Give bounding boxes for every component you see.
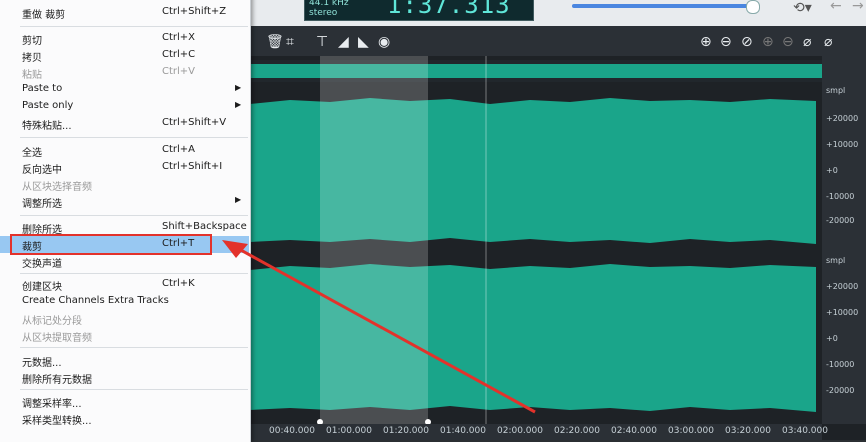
amplitude-scale: smpl +20000 +10000 +0 -10000 -20000 smpl…: [822, 56, 866, 424]
format-info: 44.1 kHz stereo: [309, 0, 349, 18]
menu-item-swap-channels[interactable]: 交换声道: [0, 253, 249, 270]
scale-unit-bottom: smpl: [826, 256, 846, 265]
menu-separator: [20, 215, 248, 216]
scale-label: +0: [826, 166, 838, 175]
menu-separator: [20, 347, 248, 348]
menu-separator: [20, 389, 248, 390]
selection-region[interactable]: [320, 56, 428, 424]
trash-icon[interactable]: 🗑: [266, 34, 284, 50]
ruler-tick: 02:40.000: [611, 426, 657, 436]
ruler-tick: 02:00.000: [497, 426, 543, 436]
menu-item-copy[interactable]: 拷贝 Ctrl+C: [0, 47, 249, 64]
ruler-tick: 03:20.000: [725, 426, 771, 436]
crop-icon[interactable]: ⌗: [286, 34, 294, 50]
menu-item-select-from-region[interactable]: 从区块选择音频: [0, 176, 249, 193]
time-ruler[interactable]: 00:40.000 01:00.000 01:20.000 01:40.000 …: [250, 424, 828, 440]
menu-separator: [20, 137, 248, 138]
zoom-in-disabled-icon: ⊕: [762, 34, 774, 50]
menu-separator: [20, 26, 248, 27]
back-icon[interactable]: ←: [830, 0, 842, 14]
highlight-annotation-box: [10, 234, 212, 255]
menu-item-paste-to[interactable]: Paste to ▶: [0, 81, 249, 98]
zoom-in-icon[interactable]: ⊕: [700, 34, 712, 50]
menu-item-paste[interactable]: 粘贴 Ctrl+V: [0, 64, 249, 81]
channel-mode: stereo: [309, 8, 338, 18]
scale-unit-top: smpl: [826, 86, 846, 95]
volume-slider[interactable]: [572, 4, 754, 8]
scale-label: +10000: [826, 308, 859, 317]
menu-item-resample[interactable]: 调整采样率...: [0, 393, 249, 410]
menu-item-invert-selection[interactable]: 反向选中 Ctrl+Shift+I: [0, 159, 249, 176]
zoom-out-disabled-icon: ⊖: [782, 34, 794, 50]
ruler-tick: 03:40.000: [782, 426, 828, 436]
edit-context-menu: 重做 裁剪 Ctrl+Shift+Z 剪切 Ctrl+X 拷贝 Ctrl+C 粘…: [0, 0, 251, 442]
menu-item-create-region[interactable]: 创建区块 Ctrl+K: [0, 276, 249, 293]
scale-label: -20000: [826, 386, 855, 395]
scale-label: +20000: [826, 114, 859, 123]
forward-icon[interactable]: →: [852, 0, 864, 14]
menu-item-delete-metadata[interactable]: 删除所有元数据: [0, 369, 249, 386]
menu-item-extract-region-audio[interactable]: 从区块提取音频: [0, 327, 249, 344]
scale-label: +0: [826, 334, 838, 343]
fade-both-icon[interactable]: ◣: [358, 34, 369, 50]
ruler-tick: 00:40.000: [269, 426, 315, 436]
scale-label: -10000: [826, 192, 855, 201]
zoom-fit-icon[interactable]: ⊘: [741, 34, 753, 50]
submenu-arrow-icon: ▶: [235, 100, 242, 109]
scale-label: +10000: [826, 140, 859, 149]
menu-item-select-all[interactable]: 全选 Ctrl+A: [0, 142, 249, 159]
waveform-view[interactable]: [250, 56, 822, 424]
ruler-tick: 01:00.000: [326, 426, 372, 436]
menu-item-cut[interactable]: 剪切 Ctrl+X: [0, 30, 249, 47]
ruler-tick: 03:00.000: [668, 426, 714, 436]
sample-rate: 44.1 kHz: [309, 0, 349, 8]
zoom-all-icon[interactable]: ⌀: [824, 34, 832, 50]
submenu-arrow-icon: ▶: [235, 195, 242, 204]
fade-in-icon[interactable]: ⊤: [316, 34, 328, 50]
scale-label: +20000: [826, 282, 859, 291]
ruler-tick: 01:20.000: [383, 426, 429, 436]
zoom-selection-icon[interactable]: ⌀: [803, 34, 811, 50]
time-display: 44.1 kHz stereo 1:37.313: [304, 0, 534, 21]
volume-slider-knob[interactable]: [746, 0, 760, 14]
current-time: 1:37.313: [387, 0, 511, 19]
zoom-out-icon[interactable]: ⊖: [720, 34, 732, 50]
menu-item-metadata[interactable]: 元数据...: [0, 352, 249, 369]
scale-label: -10000: [826, 360, 855, 369]
menu-item-redo-crop[interactable]: 重做 裁剪 Ctrl+Shift+Z: [0, 4, 249, 21]
fade-out-icon[interactable]: ◢: [338, 34, 349, 50]
menu-item-convert-sample-type[interactable]: 采样类型转换...: [0, 410, 249, 427]
menu-separator: [20, 273, 248, 274]
scale-label: -20000: [826, 216, 855, 225]
ruler-tick: 02:20.000: [554, 426, 600, 436]
menu-item-paste-only[interactable]: Paste only ▶: [0, 98, 249, 115]
menu-item-split-at-markers[interactable]: 从标记处分段: [0, 310, 249, 327]
menu-item-paste-special[interactable]: 特殊粘贴... Ctrl+Shift+V: [0, 115, 249, 132]
normalize-icon[interactable]: ◉: [378, 34, 390, 50]
menu-item-adjust-selection[interactable]: 调整所选 ▶: [0, 193, 249, 210]
menu-item-create-channel-tracks[interactable]: Create Channels Extra Tracks: [0, 293, 249, 310]
ruler-tick: 01:40.000: [440, 426, 486, 436]
history-icon[interactable]: ⟲▾: [793, 0, 812, 16]
submenu-arrow-icon: ▶: [235, 83, 242, 92]
